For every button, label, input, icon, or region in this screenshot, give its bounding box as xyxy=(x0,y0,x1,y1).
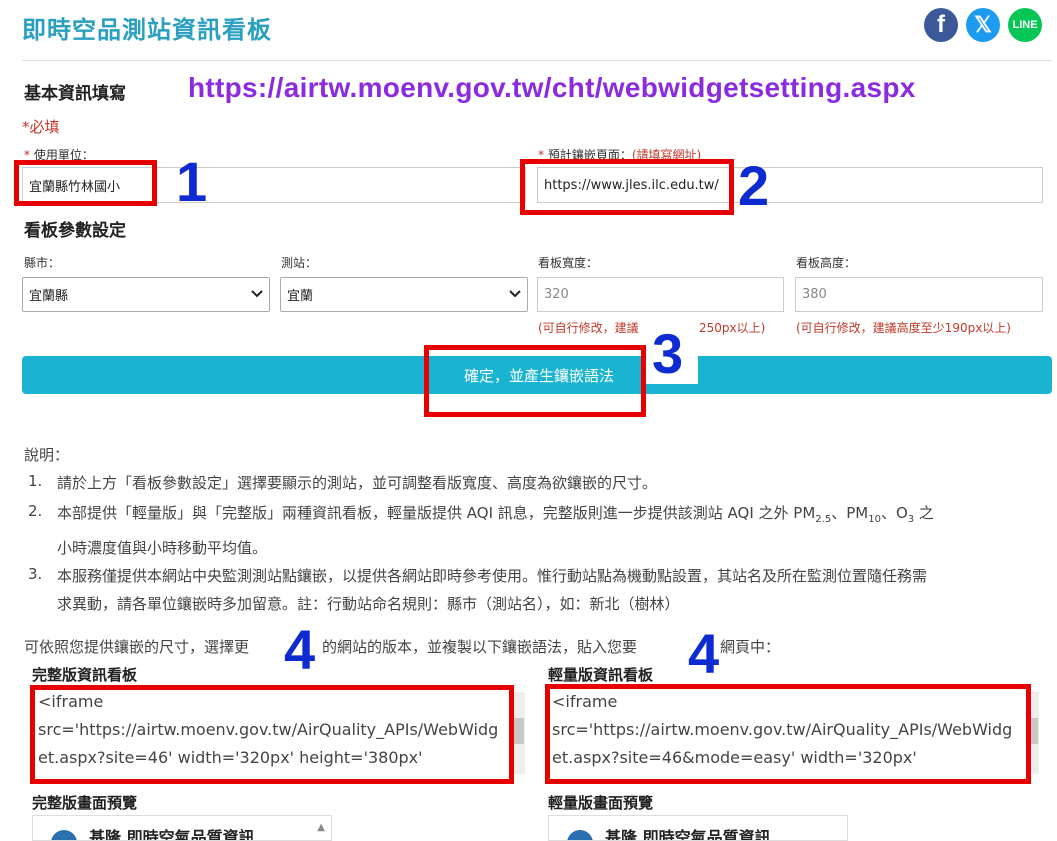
header-divider xyxy=(22,60,1052,61)
height-input[interactable]: 380 xyxy=(795,277,1043,312)
list-item-2-text: 之 xyxy=(914,504,934,522)
description-heading: 說明： xyxy=(24,446,70,464)
full-preview-title: 完整版畫面預覽 xyxy=(32,794,138,812)
highlight-box-2 xyxy=(520,159,734,215)
full-panel-title: 完整版資訊看板 xyxy=(32,666,138,684)
list-item-2-text: 、PM xyxy=(831,504,869,522)
height-input-placeholder: 380 xyxy=(802,287,827,302)
list-item-2-text: 、O xyxy=(880,504,908,522)
full-preview-frame: 基隆 即時空氣品質資訊 ▲ xyxy=(32,815,332,841)
station-label: 測站： xyxy=(281,256,318,270)
width-label: 看板寬度： xyxy=(538,256,599,270)
subscript: 10 xyxy=(868,514,881,525)
settings-title: 看板參數設定 xyxy=(24,221,126,241)
required-note: *必填 xyxy=(22,118,60,136)
easy-preview-text: 基隆 即時空氣品質資訊 xyxy=(605,828,771,841)
easy-preview-frame: 基隆 即時空氣品質資訊 xyxy=(548,815,848,841)
highlight-box-4b xyxy=(545,684,1031,784)
scrollbar-thumb[interactable] xyxy=(514,718,524,744)
instruction-text-b: 的網站的版本，並複製以下鑲嵌語法，貼入您要 xyxy=(322,638,638,656)
list-item-2-text: 本部提供「輕量版」與「完整版」兩種資訊看板，輕量版提供 AQI 訊息，完整版則進… xyxy=(57,504,816,522)
highlight-box-3 xyxy=(424,345,646,417)
list-item-3: 本服務僅提供本網站中央監測測站點鑲嵌，以提供各網站即時參考使用。惟行動站點為機動… xyxy=(57,567,928,585)
step-marker-4b: 4 xyxy=(688,622,720,685)
instruction-text-c: 網頁中： xyxy=(720,638,781,656)
x-share-button[interactable]: 𝕏 xyxy=(966,8,1000,42)
chevron-down-icon xyxy=(509,287,521,302)
height-hint: (可自行修改，建議高度至少190px以上) xyxy=(796,321,1011,335)
step-marker-2: 2 xyxy=(738,154,770,217)
width-hint-end: 250px以上) xyxy=(699,321,766,335)
instruction-text-a: 可依照您提供鑲嵌的尺寸，選擇更 xyxy=(24,638,250,656)
highlight-box-1 xyxy=(14,160,157,206)
station-select[interactable]: 宜蘭 xyxy=(280,277,528,312)
list-number: 1. xyxy=(28,472,43,490)
list-item-2: 本部提供「輕量版」與「完整版」兩種資訊看板，輕量版提供 AQI 訊息，完整版則進… xyxy=(57,502,934,525)
station-select-value: 宜蘭 xyxy=(287,289,314,304)
line-share-button[interactable]: LINE xyxy=(1008,8,1042,42)
preview-logo-icon xyxy=(51,830,77,840)
list-number: 3. xyxy=(28,565,43,583)
width-input-placeholder: 320 xyxy=(544,287,569,302)
page-title: 即時空品測站資訊看板 xyxy=(22,16,272,44)
list-item-2-cont: 小時濃度值與小時移動平均值。 xyxy=(57,539,268,557)
easy-panel-title: 輕量版資訊看板 xyxy=(548,666,654,684)
highlight-box-4a xyxy=(30,685,514,784)
basic-info-title: 基本資訊填寫 xyxy=(24,84,126,104)
width-hint: (可自行修改，建議 xyxy=(538,321,639,335)
height-label: 看板高度： xyxy=(796,256,857,270)
county-select-value: 宜蘭縣 xyxy=(29,289,69,304)
subscript: 2.5 xyxy=(815,514,832,525)
step-marker-1: 1 xyxy=(176,150,208,213)
step-marker-3: 3 xyxy=(652,322,684,385)
preview-logo-icon xyxy=(567,830,593,840)
list-number: 2. xyxy=(28,502,43,520)
list-item-3-cont: 求異動，請各單位鑲嵌時多加留意。註：行動站命名規則：縣市（測站名），如：新北（樹… xyxy=(57,595,680,613)
full-preview-text: 基隆 即時空氣品質資訊 xyxy=(89,828,255,841)
facebook-share-button[interactable]: f xyxy=(924,8,958,42)
width-input[interactable]: 320 xyxy=(537,277,784,312)
list-item-1: 請於上方「看板參數設定」選擇要顯示的測站，並可調整看版寬度、高度為欲鑲嵌的尺寸。 xyxy=(57,474,658,492)
chevron-down-icon xyxy=(251,287,263,302)
county-select[interactable]: 宜蘭縣 xyxy=(22,277,270,312)
scroll-up-arrow-icon[interactable]: ▲ xyxy=(317,822,325,833)
county-label: 縣市： xyxy=(24,256,61,270)
url-annotation: https://airtw.moenv.gov.tw/cht/webwidget… xyxy=(188,72,916,103)
easy-preview-title: 輕量版畫面預覽 xyxy=(548,794,654,812)
step-marker-4a: 4 xyxy=(284,618,316,681)
